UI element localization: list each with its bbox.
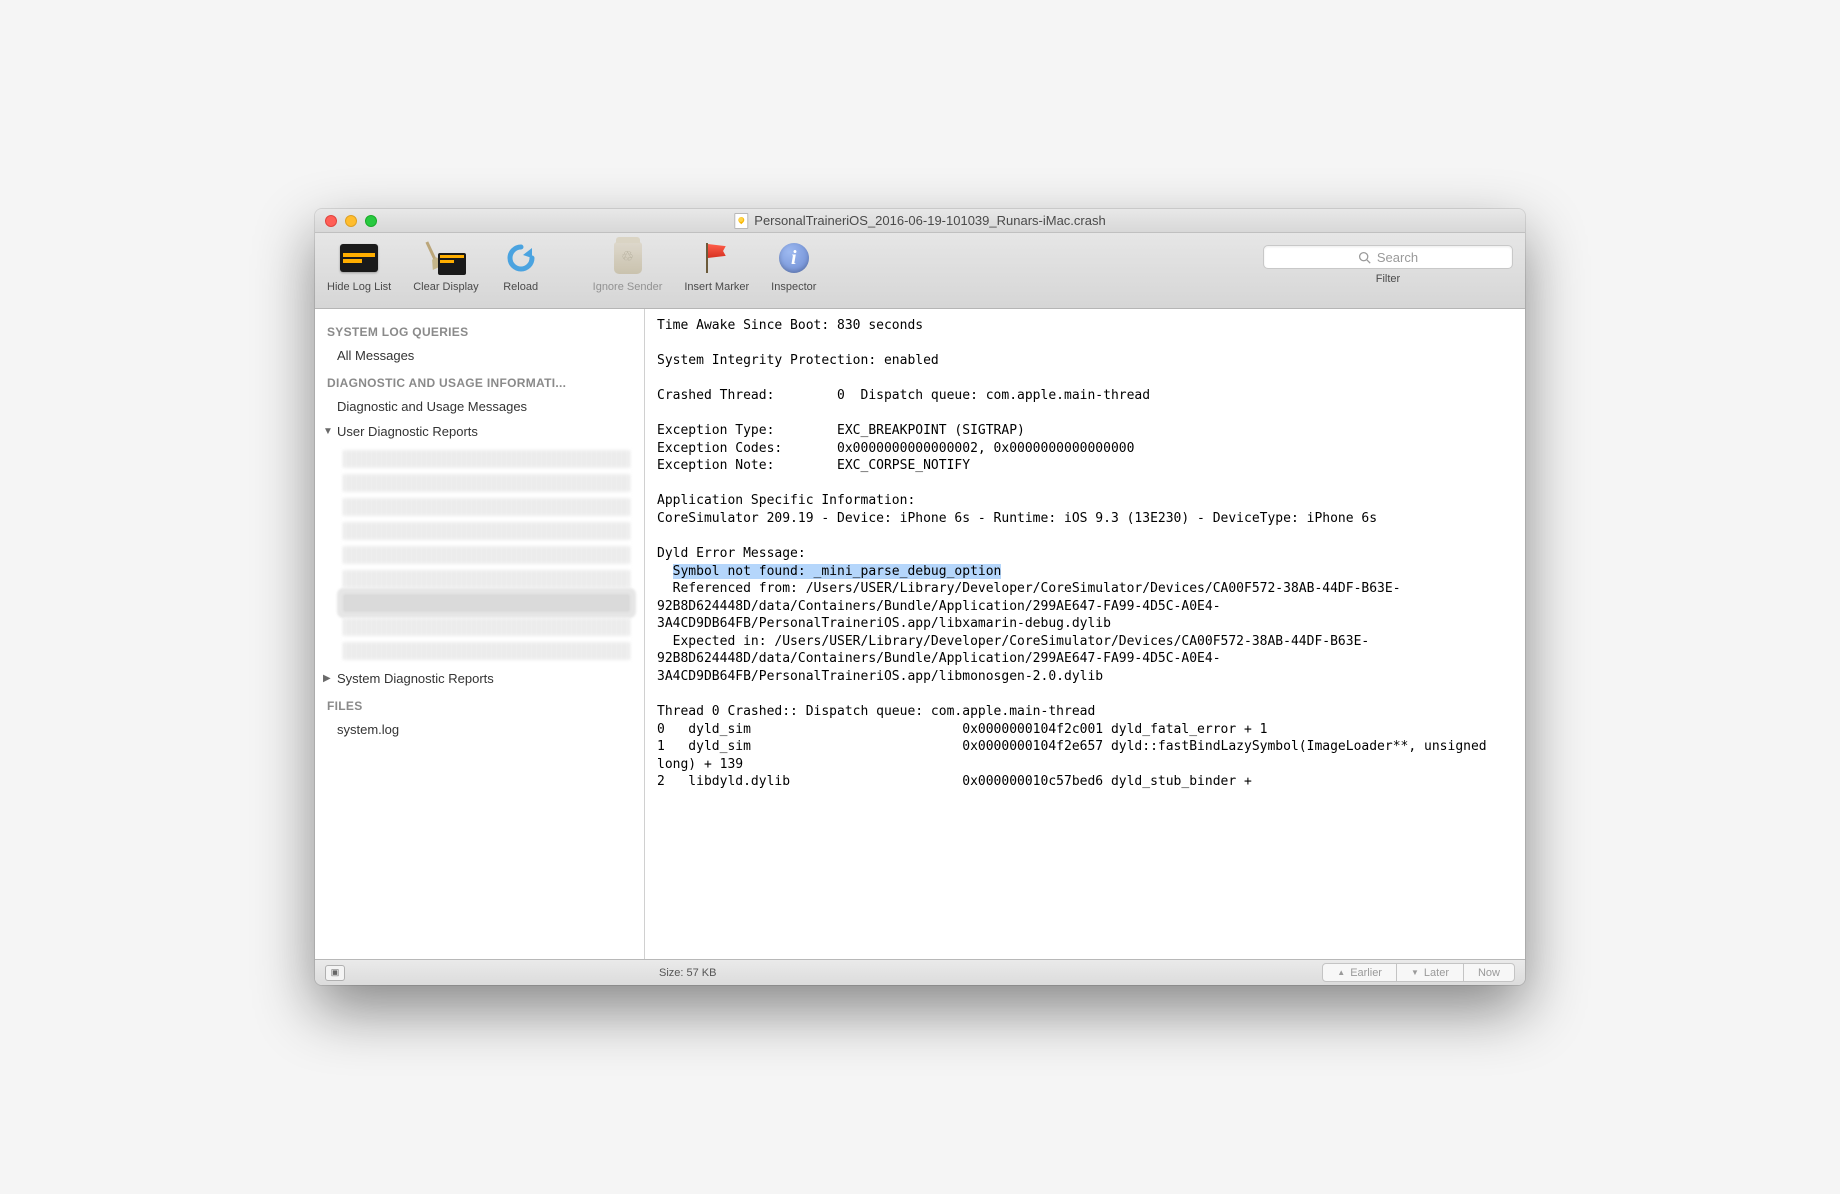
sidebar-item-system-diagnostic-reports[interactable]: ▶ System Diagnostic Reports bbox=[315, 666, 644, 691]
ignore-sender-button[interactable]: Ignore Sender bbox=[593, 239, 663, 293]
file-size-label: Size: 57 KB bbox=[659, 967, 716, 979]
earlier-button[interactable]: ▲Earlier bbox=[1322, 963, 1397, 982]
triangle-up-icon: ▲ bbox=[1337, 968, 1345, 977]
sidebar: SYSTEM LOG QUERIES All Messages DIAGNOST… bbox=[315, 309, 645, 959]
sidebar-item-redacted[interactable] bbox=[343, 642, 630, 660]
now-button[interactable]: Now bbox=[1463, 963, 1515, 982]
reload-icon bbox=[505, 242, 537, 274]
search-icon bbox=[1358, 251, 1371, 264]
titlebar: PersonalTraineriOS_2016-06-19-101039_Run… bbox=[315, 209, 1525, 233]
console-window: PersonalTraineriOS_2016-06-19-101039_Run… bbox=[315, 209, 1525, 985]
hide-log-list-button[interactable]: Hide Log List bbox=[327, 239, 391, 293]
sidebar-item-all-messages[interactable]: All Messages bbox=[315, 343, 644, 368]
sidebar-header-files: FILES bbox=[315, 691, 644, 717]
sidebar-item-redacted[interactable] bbox=[343, 474, 630, 492]
sidebar-item-system-log[interactable]: system.log bbox=[315, 717, 644, 742]
detail-toggle-icon[interactable]: ▣ bbox=[325, 965, 345, 981]
sidebar-header-system-log: SYSTEM LOG QUERIES bbox=[315, 317, 644, 343]
chevron-right-icon: ▶ bbox=[323, 673, 333, 684]
clear-display-button[interactable]: Clear Display bbox=[413, 239, 478, 293]
broom-icon bbox=[426, 241, 466, 275]
log-content[interactable]: Time Awake Since Boot: 830 seconds Syste… bbox=[645, 309, 1525, 959]
chevron-down-icon: ▼ bbox=[323, 426, 333, 437]
statusbar: ▣ Size: 57 KB ▲Earlier ▼Later Now bbox=[315, 959, 1525, 985]
info-icon: i bbox=[779, 243, 809, 273]
triangle-down-icon: ▼ bbox=[1411, 968, 1419, 977]
sidebar-item-redacted-selected[interactable] bbox=[343, 594, 630, 612]
sidebar-header-diagnostic: DIAGNOSTIC AND USAGE INFORMATI... bbox=[315, 368, 644, 394]
toolbar: Hide Log List Clear Display Reload Ignor… bbox=[315, 233, 1525, 309]
document-icon bbox=[734, 213, 748, 229]
search-input[interactable]: Search bbox=[1263, 245, 1513, 269]
sidebar-item-user-diagnostic-reports[interactable]: ▼ User Diagnostic Reports bbox=[315, 419, 644, 444]
reload-button[interactable]: Reload bbox=[501, 239, 541, 293]
sidebar-item-redacted[interactable] bbox=[343, 570, 630, 588]
sidebar-item-redacted[interactable] bbox=[343, 498, 630, 516]
flag-icon bbox=[702, 241, 732, 275]
sidebar-item-redacted[interactable] bbox=[343, 450, 630, 468]
window-title-area: PersonalTraineriOS_2016-06-19-101039_Run… bbox=[734, 213, 1105, 229]
sidebar-item-redacted[interactable] bbox=[343, 522, 630, 540]
zoom-window-button[interactable] bbox=[365, 215, 377, 227]
minimize-window-button[interactable] bbox=[345, 215, 357, 227]
insert-marker-button[interactable]: Insert Marker bbox=[684, 239, 749, 293]
sidebar-item-redacted[interactable] bbox=[343, 618, 630, 636]
close-window-button[interactable] bbox=[325, 215, 337, 227]
sidebar-item-redacted[interactable] bbox=[343, 546, 630, 564]
traffic-lights bbox=[325, 215, 377, 227]
trash-icon bbox=[614, 242, 642, 274]
sidebar-item-diagnostic-messages[interactable]: Diagnostic and Usage Messages bbox=[315, 394, 644, 419]
highlighted-error-text: Symbol not found: _mini_parse_debug_opti… bbox=[673, 564, 1002, 579]
inspector-button[interactable]: i Inspector bbox=[771, 239, 816, 293]
filter-label: Filter bbox=[1376, 273, 1400, 285]
later-button[interactable]: ▼Later bbox=[1397, 963, 1463, 982]
window-title: PersonalTraineriOS_2016-06-19-101039_Run… bbox=[754, 213, 1105, 228]
log-screen-icon bbox=[340, 244, 378, 272]
